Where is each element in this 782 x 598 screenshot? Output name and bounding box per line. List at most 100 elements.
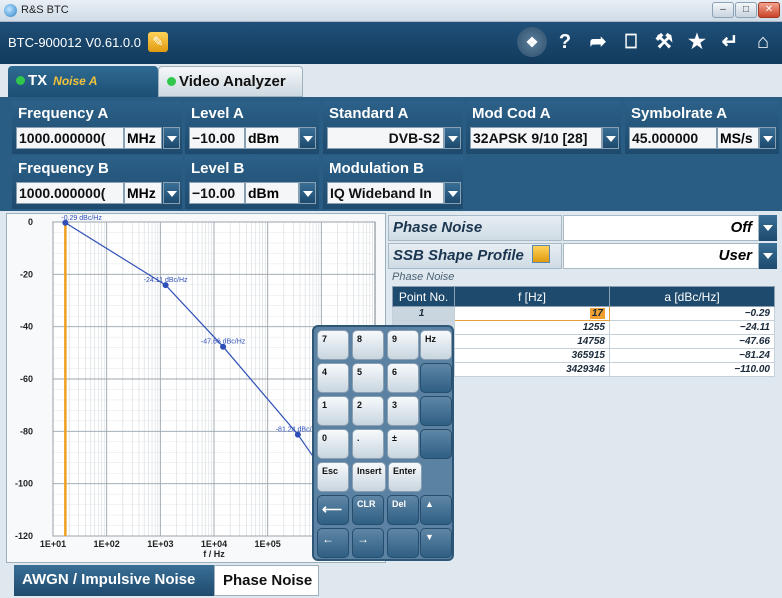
- frequency-b-field[interactable]: 1000.000000(: [16, 182, 124, 204]
- symbolrate-a-unit[interactable]: MS/s: [717, 127, 759, 149]
- selected-value: 17: [589, 308, 605, 319]
- key-5[interactable]: 5: [352, 363, 384, 393]
- level-b-control: Level B −10.00 dBm: [185, 156, 319, 209]
- table-cell-selected[interactable]: 17: [454, 306, 610, 321]
- standard-a-field[interactable]: DVB-S2: [327, 127, 444, 149]
- table-cell[interactable]: −47.66: [609, 334, 775, 349]
- forward-icon[interactable]: ➦: [583, 27, 613, 57]
- table-cell[interactable]: −24.11: [609, 320, 775, 335]
- key-esc[interactable]: Esc: [317, 462, 349, 492]
- toolbar: BTC-900012 V0.61.0.0 ✎ ❖ ? ➦ ⎕ ⚒ ★ ↵ ⌂: [0, 22, 782, 64]
- tab-awgn-label: AWGN / Impulsive Noise: [22, 571, 196, 588]
- level-b-label: Level B: [191, 160, 245, 177]
- ssb-shape-profile-dropdown-icon[interactable]: [759, 243, 777, 269]
- table-cell: 1: [392, 306, 455, 321]
- key-4[interactable]: 4: [317, 363, 349, 393]
- col-frequency: f [Hz]: [454, 286, 610, 307]
- table-cell[interactable]: 365915: [454, 348, 610, 363]
- version-label: BTC-900012 V0.61.0.0: [8, 35, 141, 50]
- arrow-left-icon[interactable]: ←: [317, 528, 349, 558]
- star-icon[interactable]: ★: [682, 27, 712, 57]
- symbolrate-a-dropdown-icon[interactable]: [759, 127, 776, 149]
- key-6[interactable]: 6: [387, 363, 419, 393]
- table-cell[interactable]: −0.29: [609, 306, 775, 321]
- key-unit-blank[interactable]: [420, 429, 452, 459]
- level-a-field[interactable]: −10.00: [189, 127, 245, 149]
- key-8[interactable]: 8: [352, 330, 384, 360]
- key-9[interactable]: 9: [387, 330, 419, 360]
- phase-noise-select[interactable]: Off: [563, 215, 759, 241]
- minimize-button[interactable]: –: [712, 2, 734, 18]
- parameter-panel: Frequency A 1000.000000( MHz Level A −10…: [0, 97, 782, 211]
- level-b-unit[interactable]: dBm: [245, 182, 299, 204]
- standard-a-dropdown-icon[interactable]: [444, 127, 461, 149]
- tab-tx-sub: Noise A: [53, 74, 98, 88]
- frequency-a-dropdown-icon[interactable]: [163, 127, 180, 149]
- ssb-shape-profile-select[interactable]: User: [563, 243, 759, 269]
- key-7[interactable]: 7: [317, 330, 349, 360]
- license-icon[interactable]: ✎: [148, 32, 168, 52]
- level-a-dropdown-icon[interactable]: [299, 127, 316, 149]
- key-plus-minus[interactable]: ±: [387, 429, 419, 459]
- key-insert[interactable]: Insert: [352, 462, 386, 492]
- arrow-right-icon[interactable]: →: [352, 528, 384, 558]
- x-tick-label: 1E+05: [255, 539, 281, 549]
- windows-icon[interactable]: ❖: [517, 27, 547, 57]
- tab-phase-noise[interactable]: Phase Noise: [214, 565, 319, 596]
- wrench-icon[interactable]: ⚒: [649, 27, 679, 57]
- key-2[interactable]: 2: [352, 396, 384, 426]
- home-icon[interactable]: ⌂: [748, 27, 778, 57]
- key-unit-blank[interactable]: [420, 396, 452, 426]
- table-cell[interactable]: 14758: [454, 334, 610, 349]
- frequency-b-unit[interactable]: MHz: [124, 182, 162, 204]
- y-tick-label: 0: [28, 217, 33, 227]
- tab-tx-noise-a[interactable]: TX Noise A: [8, 66, 158, 97]
- table-cell[interactable]: 3429346: [454, 362, 610, 377]
- modcod-a-field[interactable]: 32APSK 9/10 [28]: [470, 127, 602, 149]
- key-clr[interactable]: CLR: [352, 495, 384, 525]
- backspace-icon[interactable]: ⟵: [317, 495, 349, 525]
- key-3[interactable]: 3: [387, 396, 419, 426]
- table-cell[interactable]: 1255: [454, 320, 610, 335]
- data-label: -24.11 dBc/Hz: [144, 277, 188, 284]
- key-unit-blank[interactable]: [420, 363, 452, 393]
- key-decimal[interactable]: .: [352, 429, 384, 459]
- arrow-up-icon[interactable]: ▲: [420, 495, 452, 525]
- tab-awgn-impulsive-noise[interactable]: AWGN / Impulsive Noise: [14, 565, 214, 596]
- level-b-field[interactable]: −10.00: [189, 182, 245, 204]
- key-hz[interactable]: Hz: [420, 330, 452, 360]
- level-a-control: Level A −10.00 dBm: [185, 101, 319, 154]
- tab-video-analyzer[interactable]: Video Analyzer: [158, 66, 303, 97]
- key-del[interactable]: Del: [387, 495, 419, 525]
- col-attenuation: a [dBc/Hz]: [609, 286, 775, 307]
- key-1[interactable]: 1: [317, 396, 349, 426]
- modulation-b-field[interactable]: IQ Wideband In: [327, 182, 444, 204]
- level-b-dropdown-icon[interactable]: [299, 182, 316, 204]
- modcod-a-control: Mod Cod A 32APSK 9/10 [28]: [466, 101, 621, 154]
- close-button[interactable]: ✕: [758, 2, 780, 18]
- help-icon[interactable]: ?: [550, 27, 580, 57]
- save-icon[interactable]: ⎕: [616, 27, 646, 57]
- symbolrate-a-field[interactable]: 45.000000: [629, 127, 717, 149]
- table-cell[interactable]: −110.00: [609, 362, 775, 377]
- frequency-b-dropdown-icon[interactable]: [163, 182, 180, 204]
- modcod-a-dropdown-icon[interactable]: [602, 127, 619, 149]
- main-tabs: TX Noise A Video Analyzer: [0, 64, 782, 97]
- frequency-a-field[interactable]: 1000.000000(: [16, 127, 124, 149]
- arrow-down-icon[interactable]: ▼: [420, 528, 452, 558]
- phase-noise-label: Phase Noise: [388, 215, 562, 241]
- key-0[interactable]: 0: [317, 429, 349, 459]
- tab-phase-noise-label: Phase Noise: [223, 572, 313, 589]
- level-a-unit[interactable]: dBm: [245, 127, 299, 149]
- phase-noise-dropdown-icon[interactable]: [759, 215, 777, 241]
- maximize-button[interactable]: □: [735, 2, 757, 18]
- edit-profile-icon[interactable]: [532, 245, 551, 263]
- key-enter[interactable]: Enter: [388, 462, 422, 492]
- table-cell[interactable]: −81.24: [609, 348, 775, 363]
- key-blank[interactable]: [387, 528, 419, 558]
- frequency-a-unit[interactable]: MHz: [124, 127, 162, 149]
- modulation-b-dropdown-icon[interactable]: [444, 182, 461, 204]
- table-row[interactable]: 1 17 −0.29: [392, 306, 775, 321]
- undo-icon[interactable]: ↵: [715, 27, 745, 57]
- phase-noise-group-label: Phase Noise: [392, 271, 455, 283]
